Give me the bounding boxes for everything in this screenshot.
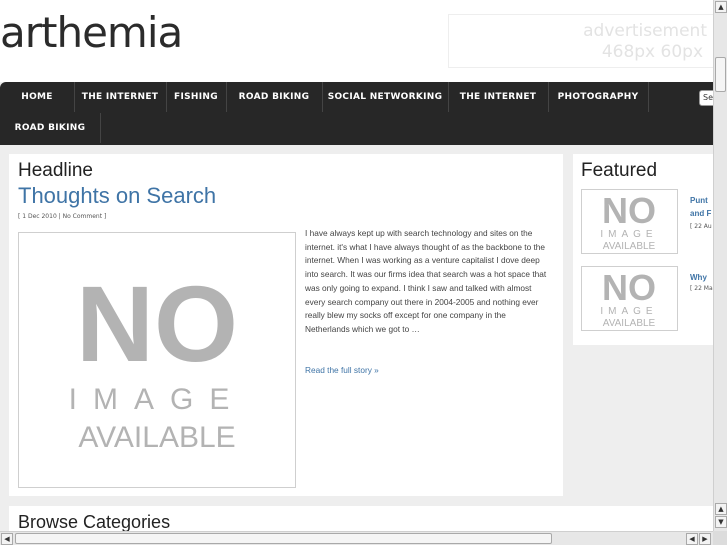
featured-date-2: [ 22 Ma (690, 285, 713, 292)
browse-categories-panel: Browse Categories (9, 506, 713, 531)
post-excerpt: I have always kept up with search techno… (305, 228, 547, 334)
svg-text:IMAGE: IMAGE (600, 229, 657, 240)
svg-text:NO: NO (602, 190, 656, 231)
nav-item-home[interactable]: HOME (0, 82, 75, 112)
featured-panel: Featured NO IMAGE AVAILABLE Punt and F [… (573, 154, 713, 345)
scroll-right-arrow-icon[interactable]: ▶ (699, 533, 711, 545)
nav-item-road-biking-2[interactable]: ROAD BIKING (0, 113, 101, 143)
headline-panel: Headline Thoughts on Search [ 1 Dec 2010… (9, 154, 563, 496)
svg-text:IMAGE: IMAGE (600, 306, 657, 317)
browse-categories-title: Browse Categories (18, 512, 171, 531)
post-meta: [ 1 Dec 2010 | No Comment ] (18, 213, 107, 220)
site-header: arthemia advertisement 468px 60px (0, 0, 713, 82)
no-image-mid-text: IMAGE (69, 383, 246, 416)
featured-link-2[interactable]: Why (690, 271, 713, 284)
featured-thumbnail-1[interactable]: NO IMAGE AVAILABLE (581, 189, 678, 254)
featured-title: Featured (581, 160, 658, 181)
ad-label: advertisement (583, 21, 707, 41)
nav-item-the-internet-2[interactable]: THE INTERNET (448, 82, 549, 112)
horizontal-scrollbar[interactable]: ◀ ◀ ▶ (0, 531, 713, 545)
page-viewport: arthemia advertisement 468px 60px HOME T… (0, 0, 713, 531)
no-image-graphic: NO IMAGE AVAILABLE (600, 190, 657, 252)
ad-size-label: 468px 60px (601, 42, 703, 62)
vertical-scrollbar[interactable]: ▲ ▲ ▼ (713, 0, 727, 531)
scroll-up-arrow-icon[interactable]: ▲ (715, 503, 727, 515)
site-logo[interactable]: arthemia (0, 8, 183, 57)
no-image-big-text: NO (76, 263, 238, 384)
featured-date-1: [ 22 Au (690, 223, 712, 230)
horizontal-scroll-thumb[interactable] (15, 533, 552, 544)
scroll-down-arrow-icon[interactable]: ▼ (715, 516, 727, 528)
svg-text:AVAILABLE: AVAILABLE (603, 241, 656, 252)
featured-link-1-line2[interactable]: and F (690, 207, 713, 220)
no-image-placeholder[interactable]: NO IMAGE AVAILABLE (18, 232, 296, 488)
no-image-graphic: NO IMAGE AVAILABLE (69, 263, 246, 454)
advertisement-banner[interactable]: advertisement 468px 60px (448, 14, 713, 68)
scroll-up-arrow-icon[interactable]: ▲ (715, 1, 727, 13)
read-more-link[interactable]: Read the full story » (305, 365, 379, 375)
nav-item-the-internet[interactable]: THE INTERNET (74, 82, 167, 112)
no-image-bottom-text: AVAILABLE (78, 421, 235, 454)
vertical-scroll-thumb[interactable] (715, 57, 726, 92)
scroll-left-arrow-icon[interactable]: ◀ (1, 533, 13, 545)
nav-item-social-networking[interactable]: SOCIAL NETWORKING (322, 82, 449, 112)
main-navigation: HOME THE INTERNET FISHING ROAD BIKING SO… (0, 82, 713, 145)
nav-item-road-biking[interactable]: ROAD BIKING (226, 82, 323, 112)
no-image-graphic: NO IMAGE AVAILABLE (600, 267, 657, 329)
headline-section-title: Headline (18, 160, 93, 181)
svg-text:AVAILABLE: AVAILABLE (603, 318, 656, 329)
nav-item-photography[interactable]: PHOTOGRAPHY (548, 82, 649, 112)
scrollbar-corner (713, 531, 727, 545)
scroll-left-arrow-icon[interactable]: ◀ (686, 533, 698, 545)
svg-text:NO: NO (602, 267, 656, 308)
featured-thumbnail-2[interactable]: NO IMAGE AVAILABLE (581, 266, 678, 331)
post-title-link[interactable]: Thoughts on Search (18, 183, 216, 209)
featured-link-1[interactable]: Punt (690, 194, 713, 207)
search-input[interactable]: Se (699, 90, 713, 106)
nav-item-fishing[interactable]: FISHING (166, 82, 227, 112)
